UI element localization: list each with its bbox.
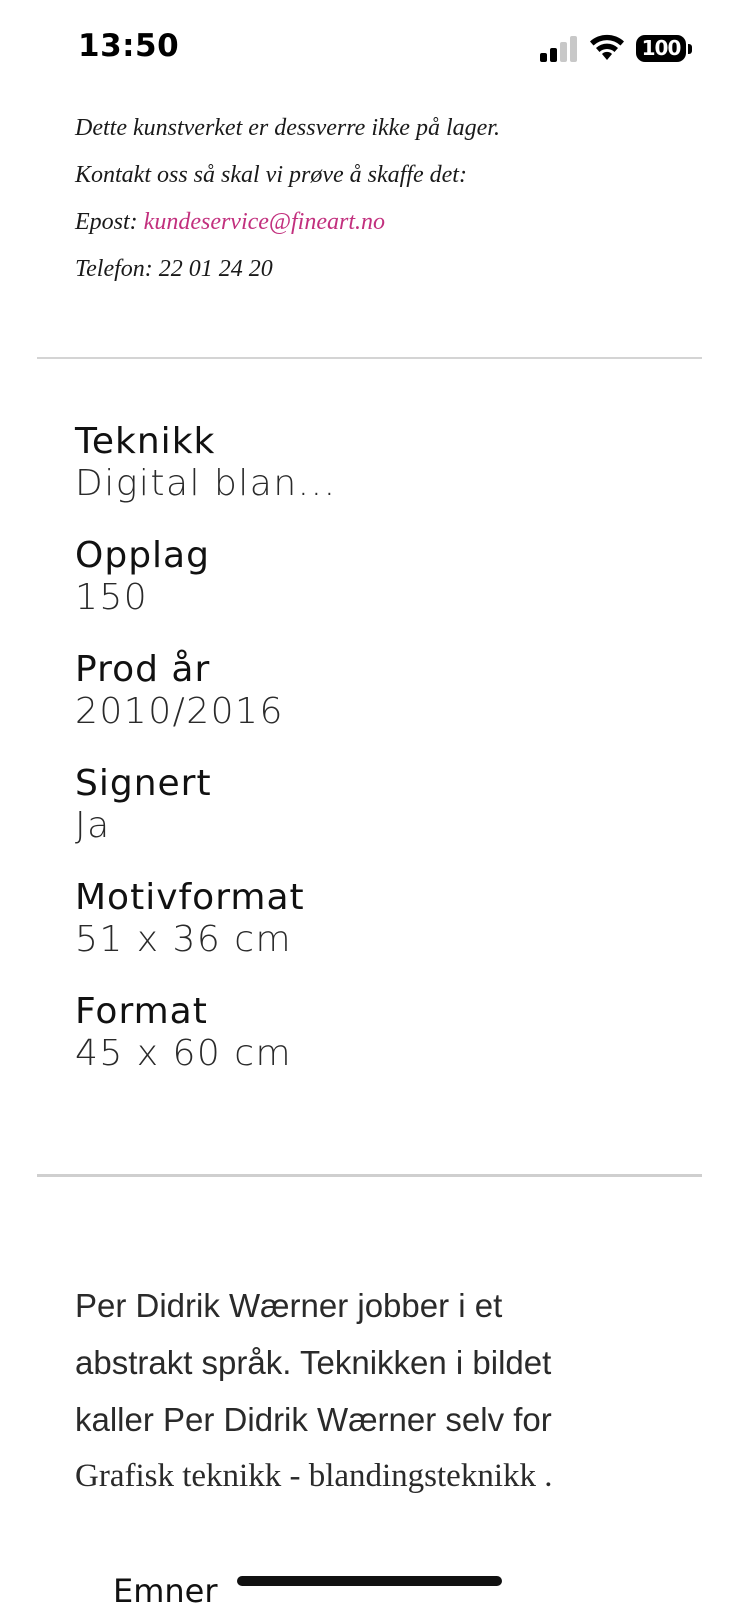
description-line: Grafisk teknikk - blandingsteknikk . <box>75 1458 553 1494</box>
stock-notice: Dette kunstverket er dessverre ikke på l… <box>75 108 695 296</box>
spec-label: Prod år <box>75 649 211 690</box>
spec-value: 51 x 36 cm <box>75 919 293 960</box>
description-line: Per Didrik Wærner jobber i et <box>75 1287 503 1324</box>
battery-tip <box>688 44 692 54</box>
spec-label: Format <box>75 991 208 1032</box>
spec-item-edition: Opplag 150 <box>75 534 695 648</box>
battery-level: 100 <box>641 36 682 60</box>
notice-contact: Kontakt oss så skal vi prøve å skaffe de… <box>75 162 467 188</box>
email-label: Epost: <box>75 209 144 235</box>
spec-item-motif-format: Motivformat 51 x 36 cm <box>75 876 695 990</box>
status-bar: 13:50 100 <box>0 0 739 100</box>
email-link[interactable]: kundeservice@fineart.no <box>144 209 385 235</box>
artwork-description: Per Didrik Wærner jobber i et abstrakt s… <box>75 1277 695 1505</box>
divider <box>37 357 702 359</box>
spec-value: Ja <box>75 805 111 846</box>
spec-value: Digital blan... <box>75 463 337 504</box>
home-indicator[interactable] <box>237 1576 502 1586</box>
spec-label: Opplag <box>75 535 210 576</box>
spec-item-technique: Teknikk Digital blan... <box>75 420 695 534</box>
spec-list: Teknikk Digital blan... Opplag 150 Prod … <box>75 420 695 1104</box>
spec-value: 45 x 60 cm <box>75 1033 293 1074</box>
spec-value: 2010/2016 <box>75 691 284 732</box>
battery-icon: 100 <box>636 35 686 62</box>
spec-item-signed: Signert Ja <box>75 762 695 876</box>
subjects-heading[interactable]: Emner <box>113 1572 218 1610</box>
signal-icon <box>540 36 577 62</box>
notice-out-of-stock: Dette kunstverket er dessverre ikke på l… <box>75 115 500 141</box>
description-line: abstrakt språk. Teknikken i bildet <box>75 1344 552 1381</box>
spec-item-production-year: Prod år 2010/2016 <box>75 648 695 762</box>
spec-label: Teknikk <box>75 421 216 462</box>
notice-phone[interactable]: Telefon: 22 01 24 20 <box>75 249 695 296</box>
spec-item-format: Format 45 x 60 cm <box>75 990 695 1104</box>
wifi-icon <box>590 34 624 60</box>
divider <box>37 1174 702 1177</box>
spec-value: 150 <box>75 577 149 618</box>
notice-email-row: Epost: kundeservice@fineart.no <box>75 202 695 249</box>
spec-label: Motivformat <box>75 877 305 918</box>
status-time: 13:50 <box>78 28 180 64</box>
spec-label: Signert <box>75 763 212 804</box>
description-line: kaller Per Didrik Wærner selv for <box>75 1401 552 1438</box>
